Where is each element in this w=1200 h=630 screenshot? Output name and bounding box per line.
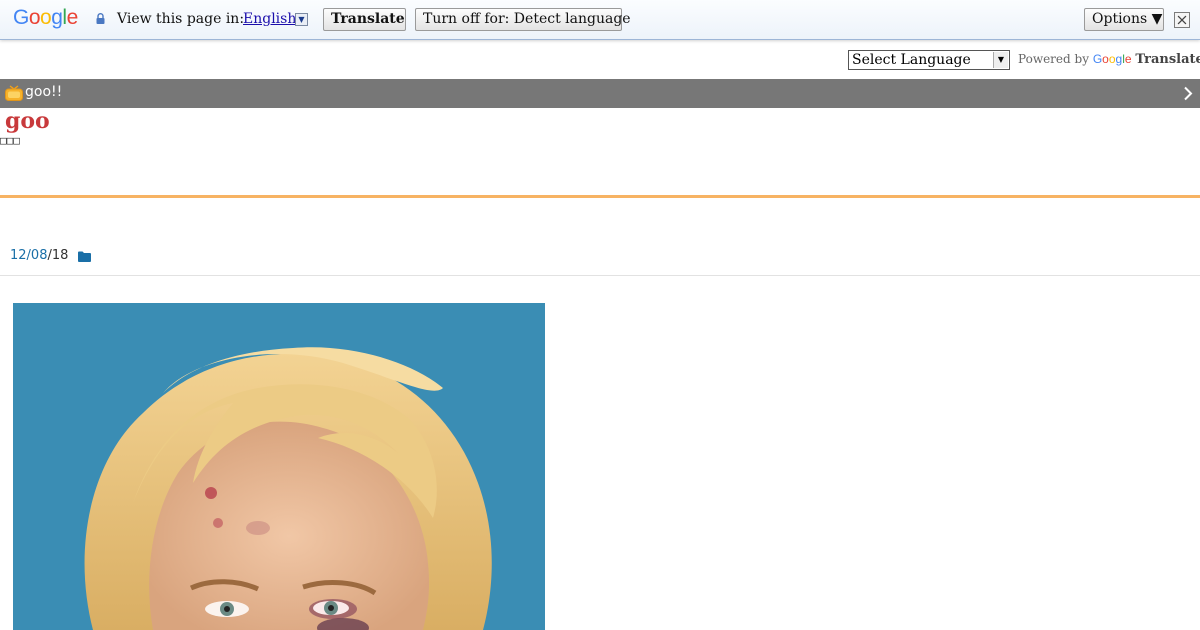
post-photo bbox=[13, 303, 545, 630]
chevron-right-icon[interactable] bbox=[1182, 85, 1194, 102]
translate-word[interactable]: Translate bbox=[1135, 52, 1200, 67]
google-mini-logo: Google bbox=[1092, 52, 1132, 66]
site-navbar bbox=[0, 79, 1200, 108]
select-arrow-icon: ▼ bbox=[993, 52, 1008, 68]
language-select-value: Select Language bbox=[852, 52, 971, 68]
turn-off-button[interactable]: Turn off for: Detect language bbox=[415, 8, 631, 31]
lock-icon bbox=[96, 13, 105, 24]
options-button[interactable]: Options ▼ bbox=[1084, 8, 1164, 31]
translate-bar: Google View this page in: English ▼ Tran… bbox=[0, 0, 1200, 40]
language-link[interactable]: English bbox=[243, 11, 296, 27]
close-icon[interactable] bbox=[1174, 12, 1190, 28]
google-logo: Google bbox=[13, 6, 78, 29]
language-select[interactable]: Select Language ▼ bbox=[848, 50, 1010, 70]
dropdown-arrow-icon[interactable]: ▼ bbox=[295, 13, 308, 26]
translate-button[interactable]: Translate bbox=[323, 8, 406, 31]
site-subtitle: □□□ bbox=[0, 134, 20, 147]
site-logo[interactable]: goo bbox=[5, 108, 50, 134]
post-divider bbox=[0, 275, 1200, 276]
powered-by-label: Powered by bbox=[1018, 52, 1089, 66]
folder-icon[interactable] bbox=[78, 251, 91, 262]
navbar-title[interactable]: goo!! bbox=[25, 84, 62, 100]
post-date-link[interactable]: 12/08 bbox=[10, 248, 47, 263]
tv-icon bbox=[5, 85, 23, 101]
powered-by-google: Powered by Google Translate bbox=[1018, 52, 1200, 67]
header-divider bbox=[0, 195, 1200, 198]
view-page-label: View this page in: bbox=[117, 11, 245, 27]
post-date: 12/08/18 bbox=[10, 248, 68, 263]
post-date-year: /18 bbox=[47, 248, 69, 263]
